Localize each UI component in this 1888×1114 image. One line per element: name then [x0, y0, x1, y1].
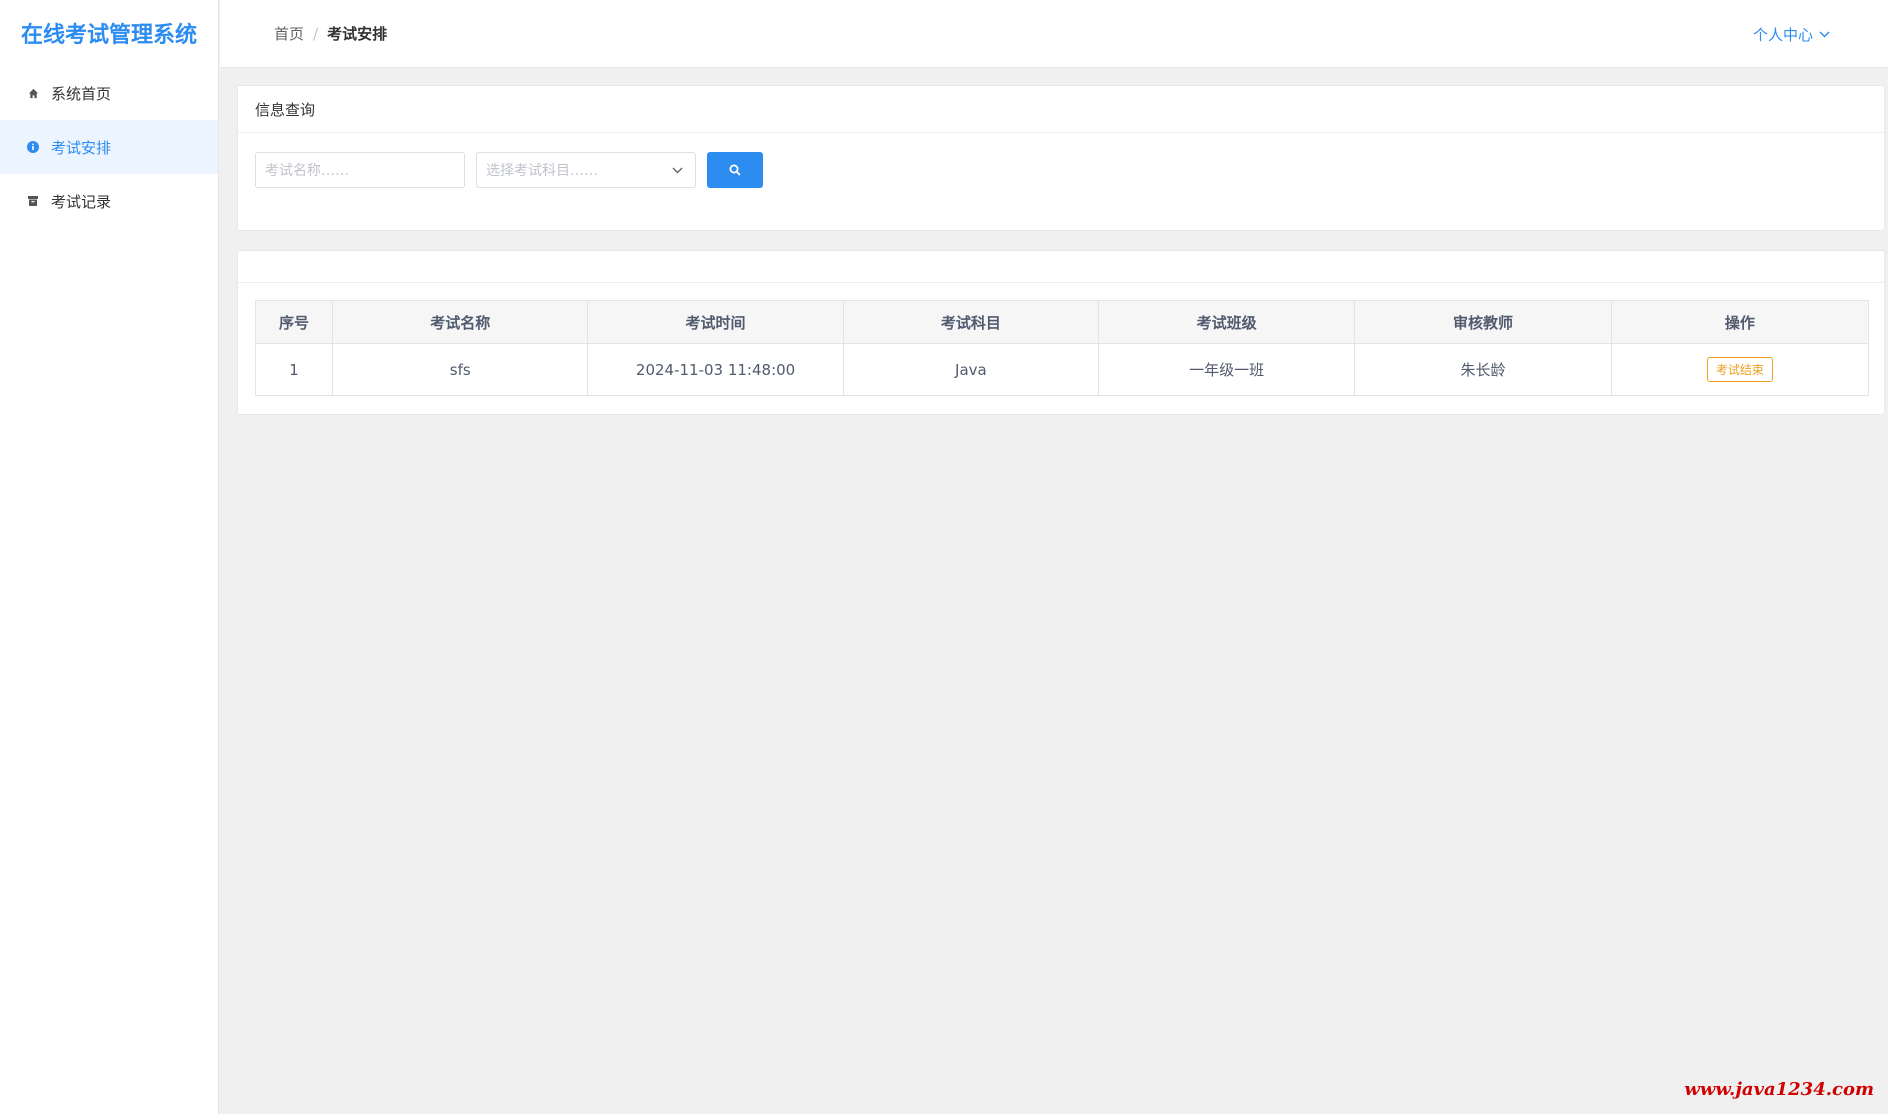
exam-name-placeholder: 考试名称……: [265, 163, 349, 179]
cell-time: 2024-11-03 11:48:00: [587, 343, 844, 396]
column-header-class: 考试班级: [1098, 300, 1356, 344]
user-center-dropdown[interactable]: 个人中心: [1753, 0, 1830, 68]
home-icon: [27, 87, 39, 99]
sidebar-item-exam-schedule[interactable]: 考试安排: [0, 120, 218, 174]
cell-teacher: 朱长龄: [1354, 343, 1612, 396]
column-header-subject: 考试科目: [842, 300, 1100, 344]
sidebar-item-home[interactable]: 系统首页: [0, 66, 218, 120]
cell-index: 1: [254, 343, 334, 396]
table-header-row: 序号 考试名称 考试时间 考试科目 考试班级 审核教师 操作: [254, 300, 1870, 344]
cell-subject: Java: [842, 343, 1100, 396]
cell-action: 考试结束: [1610, 343, 1870, 396]
column-header-index: 序号: [254, 300, 334, 344]
cell-name: sfs: [332, 343, 589, 396]
column-header-teacher: 审核教师: [1354, 300, 1612, 344]
watermark: www.java1234.com: [1684, 1079, 1874, 1100]
top-header: 首页 / 考试安排 个人中心: [220, 0, 1888, 68]
cell-class: 一年级一班: [1098, 343, 1356, 396]
subject-select[interactable]: 选择考试科目……: [476, 152, 696, 188]
user-center-label: 个人中心: [1752, 25, 1813, 44]
breadcrumb: 首页 / 考试安排: [274, 23, 387, 44]
search-button[interactable]: [707, 152, 763, 188]
breadcrumb-separator: /: [313, 24, 319, 43]
info-circle-icon: [27, 141, 39, 153]
query-panel: 信息查询 考试名称…… 选择考试科目……: [237, 85, 1885, 231]
subject-select-placeholder: 选择考试科目……: [486, 163, 598, 179]
sidebar-item-label: 考试安排: [51, 138, 112, 157]
exam-name-input[interactable]: 考试名称……: [255, 152, 465, 188]
chevron-down-icon: [1819, 30, 1830, 38]
column-header-name: 考试名称: [332, 300, 589, 344]
query-panel-title: 信息查询: [238, 86, 1884, 133]
sidebar-item-label: 系统首页: [51, 84, 112, 103]
table-row: 1 sfs 2024-11-03 11:48:00 Java 一年级一班 朱长龄…: [254, 343, 1870, 396]
column-header-action: 操作: [1610, 300, 1870, 344]
table-toolbar: [238, 251, 1884, 283]
search-icon: [729, 164, 741, 176]
exam-table-panel: 序号 考试名称 考试时间 考试科目 考试班级 审核教师 操作 1 sfs 202…: [237, 250, 1885, 415]
sidebar-item-label: 考试记录: [51, 192, 112, 211]
column-header-time: 考试时间: [587, 300, 844, 344]
archive-icon: [27, 195, 39, 207]
sidebar-item-exam-records[interactable]: 考试记录: [0, 174, 218, 228]
chevron-down-icon: [672, 167, 683, 173]
app-title: 在线考试管理系统: [20, 23, 197, 48]
sidebar: 在线考试管理系统 系统首页 考试安排 考试记录: [0, 0, 219, 1114]
breadcrumb-home[interactable]: 首页: [274, 23, 304, 44]
exam-table: 序号 考试名称 考试时间 考试科目 考试班级 审核教师 操作 1 sfs 202…: [254, 300, 1870, 396]
breadcrumb-current: 考试安排: [327, 25, 388, 43]
exam-ended-button[interactable]: 考试结束: [1706, 357, 1773, 382]
